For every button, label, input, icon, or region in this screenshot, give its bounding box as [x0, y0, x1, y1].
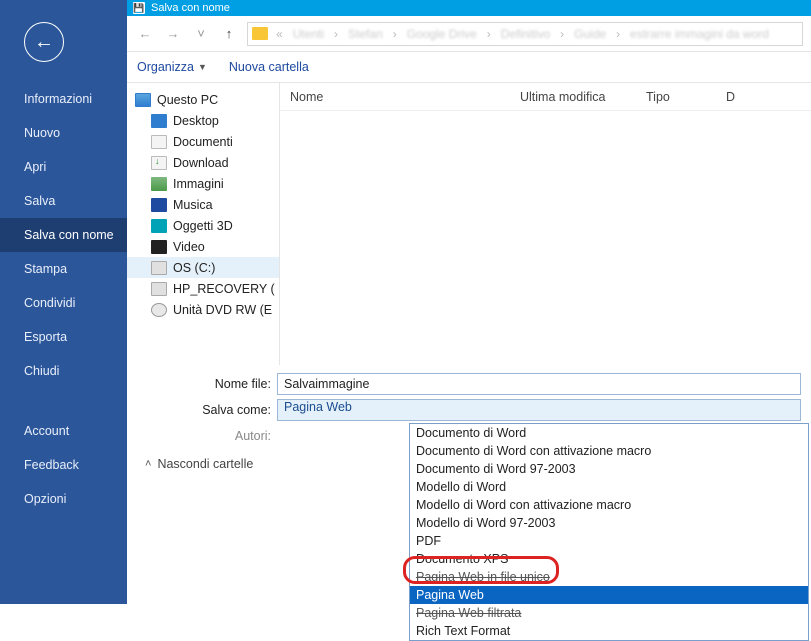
authors-label: Autori: — [137, 429, 277, 443]
tree-item-dvd[interactable]: Unità DVD RW (E — [127, 299, 279, 320]
tree-item-os-c[interactable]: OS (C:) — [127, 257, 279, 278]
word-backstage-sidebar: ← Informazioni Nuovo Apri Salva Salva co… — [0, 0, 127, 604]
sidebar-item-salva[interactable]: Salva — [0, 184, 127, 218]
dialog-titlebar: 💾 Salva con nome — [127, 0, 811, 16]
images-icon — [151, 177, 167, 191]
documents-icon — [151, 135, 167, 149]
desktop-icon — [151, 114, 167, 128]
tree-label: Questo PC — [157, 93, 218, 107]
filename-label: Nome file: — [137, 377, 277, 391]
dd-item[interactable]: Documento di Word — [410, 424, 808, 442]
tree-item-desktop[interactable]: Desktop — [127, 110, 279, 131]
drive-icon — [151, 261, 167, 275]
nav-back-button[interactable]: ← — [135, 24, 155, 44]
tree-item-documents[interactable]: Documenti — [127, 131, 279, 152]
crumb[interactable]: Utenti — [291, 27, 326, 41]
sidebar-item-nuovo[interactable]: Nuovo — [0, 116, 127, 150]
sidebar-item-informazioni[interactable]: Informazioni — [0, 82, 127, 116]
save-dialog: 💾 Salva con nome ← → ˅ ↑ « Utenti› Stefa… — [127, 0, 811, 604]
tree-label: Desktop — [173, 114, 219, 128]
filename-input[interactable] — [277, 373, 801, 395]
music-icon — [151, 198, 167, 212]
dd-item[interactable]: PDF — [410, 532, 808, 550]
dialog-title-text: Salva con nome — [151, 2, 230, 14]
crumb[interactable]: estrarre immagini da word — [628, 27, 771, 41]
dd-item[interactable]: Modello di Word — [410, 478, 808, 496]
tree-item-download[interactable]: Download — [127, 152, 279, 173]
tree-item-3d[interactable]: Oggetti 3D — [127, 215, 279, 236]
tree-item-video[interactable]: Video — [127, 236, 279, 257]
tree-label: Immagini — [173, 177, 224, 191]
file-list: Nome Ultima modifica Tipo D — [280, 83, 811, 365]
col-d[interactable]: D — [716, 90, 756, 104]
sidebar-item-condividi[interactable]: Condividi — [0, 286, 127, 320]
drive-icon — [151, 282, 167, 296]
file-list-header: Nome Ultima modifica Tipo D — [280, 83, 811, 111]
disc-icon — [151, 303, 167, 317]
dialog-toolbar: Organizza ▼ Nuova cartella — [127, 52, 811, 82]
dd-item[interactable]: Documento di Word con attivazione macro — [410, 442, 808, 460]
chevron-down-icon: ▼ — [198, 62, 207, 72]
col-modified[interactable]: Ultima modifica — [510, 90, 636, 104]
crumb[interactable]: Stefan — [346, 27, 385, 41]
organize-dropdown[interactable]: Organizza ▼ — [137, 60, 207, 74]
crumb[interactable]: Google Drive — [405, 27, 479, 41]
tree-label: Oggetti 3D — [173, 219, 233, 233]
nav-recent-button[interactable]: ˅ — [191, 24, 211, 44]
sidebar-item-stampa[interactable]: Stampa — [0, 252, 127, 286]
dd-item[interactable]: Pagina Web in file unico — [410, 568, 808, 586]
sidebar-item-salva-con-nome[interactable]: Salva con nome — [0, 218, 127, 252]
tree-label: Musica — [173, 198, 213, 212]
saveas-label: Salva come: — [137, 403, 277, 417]
tree-label: Download — [173, 156, 229, 170]
new-folder-button[interactable]: Nuova cartella — [229, 60, 309, 74]
back-arrow-icon: ← — [34, 32, 54, 52]
crumb[interactable]: Definitivo — [499, 27, 552, 41]
save-icon: 💾 — [133, 2, 145, 14]
sidebar-item-apri[interactable]: Apri — [0, 150, 127, 184]
chevron-up-icon: ˄ — [145, 458, 151, 470]
col-name[interactable]: Nome — [280, 90, 510, 104]
tree-label: HP_RECOVERY ( — [173, 282, 275, 296]
sidebar-item-feedback[interactable]: Feedback — [0, 448, 127, 482]
dd-item[interactable]: Documento di Word 97-2003 — [410, 460, 808, 478]
tree-label: Documenti — [173, 135, 233, 149]
sidebar-item-esporta[interactable]: Esporta — [0, 320, 127, 354]
crumb[interactable]: Guide — [572, 27, 608, 41]
tree-item-images[interactable]: Immagini — [127, 173, 279, 194]
tree-label: OS (C:) — [173, 261, 215, 275]
download-icon — [151, 156, 167, 170]
pc-icon — [135, 93, 151, 107]
sidebar-item-account[interactable]: Account — [0, 414, 127, 448]
saveas-dropdown[interactable]: Pagina Web — [277, 399, 801, 421]
sidebar-item-opzioni[interactable]: Opzioni — [0, 482, 127, 516]
tree-item-music[interactable]: Musica — [127, 194, 279, 215]
objects3d-icon — [151, 219, 167, 233]
dd-item-selected[interactable]: Pagina Web — [410, 586, 808, 604]
saveas-dropdown-list: Documento di Word Documento di Word con … — [409, 423, 809, 641]
folder-icon — [252, 27, 268, 40]
tree-label: Video — [173, 240, 205, 254]
dd-item[interactable]: Pagina Web filtrata — [410, 604, 808, 622]
address-bar: ← → ˅ ↑ « Utenti› Stefan› Google Drive› … — [127, 16, 811, 52]
dd-item[interactable]: Modello di Word 97-2003 — [410, 514, 808, 532]
dd-item[interactable]: Rich Text Format — [410, 622, 808, 640]
video-icon — [151, 240, 167, 254]
tree-label: Unità DVD RW (E — [173, 303, 272, 317]
dd-item[interactable]: Modello di Word con attivazione macro — [410, 496, 808, 514]
file-list-body[interactable] — [280, 111, 811, 393]
organize-label: Organizza — [137, 60, 194, 74]
hide-folders-link[interactable]: Nascondi cartelle — [157, 457, 253, 471]
dd-item[interactable]: Documento XPS — [410, 550, 808, 568]
folder-tree: Questo PC Desktop Documenti Download Imm… — [127, 83, 280, 365]
nav-up-button[interactable]: ↑ — [219, 24, 239, 44]
sidebar-item-chiudi[interactable]: Chiudi — [0, 354, 127, 388]
tree-item-this-pc[interactable]: Questo PC — [127, 89, 279, 110]
tree-item-recovery[interactable]: HP_RECOVERY ( — [127, 278, 279, 299]
nav-forward-button[interactable]: → — [163, 24, 183, 44]
back-button[interactable]: ← — [24, 22, 64, 62]
col-type[interactable]: Tipo — [636, 90, 716, 104]
breadcrumb[interactable]: « Utenti› Stefan› Google Drive› Definiti… — [247, 22, 803, 46]
new-folder-label: Nuova cartella — [229, 60, 309, 74]
